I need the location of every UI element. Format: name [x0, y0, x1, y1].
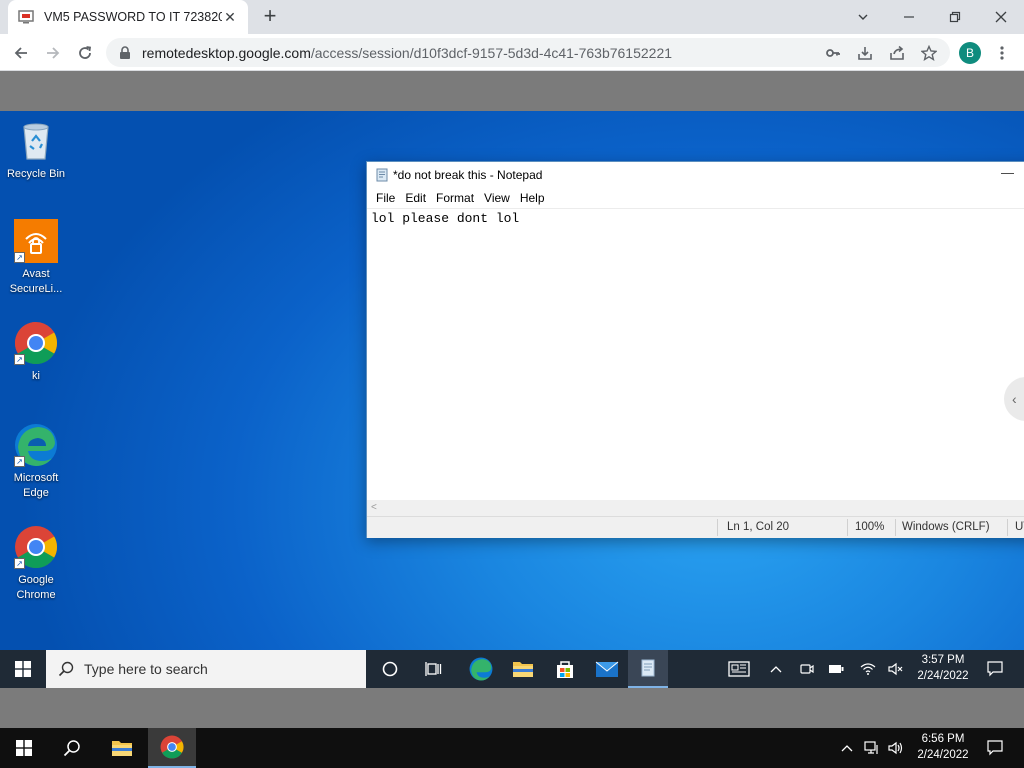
host-date: 2/24/2022	[917, 749, 969, 761]
cortana-circle-icon[interactable]	[370, 650, 410, 688]
shortcut-arrow-icon: ↗	[14, 558, 25, 569]
notepad-menu-bar: File Edit Format View Help	[367, 188, 1024, 208]
url-text[interactable]: remotedesktop.google.com/access/session/…	[142, 45, 672, 61]
remote-date: 2/24/2022	[917, 670, 969, 682]
forward-arrow-icon[interactable]	[40, 40, 66, 66]
host-file-explorer-icon[interactable]	[100, 728, 144, 768]
remote-taskbar: Type here to search 3:57 PM 2/24/2022	[0, 650, 1024, 688]
desktop-icon-label: Google Chrome	[16, 574, 56, 601]
menu-help[interactable]: Help	[515, 191, 550, 205]
menu-edit[interactable]: Edit	[400, 191, 431, 205]
taskbar-search-box[interactable]: Type here to search	[46, 650, 366, 688]
reload-icon[interactable]	[72, 40, 98, 66]
remote-session-bottom-padding	[0, 688, 1024, 728]
remote-desktop[interactable]: Recycle Bin ↗ Avast SecureLi... ↗ ki ↗ M…	[0, 111, 1024, 650]
host-notifications-icon[interactable]	[980, 728, 1010, 768]
desktop-icon-google-chrome[interactable]: ↗ Google Chrome	[1, 525, 71, 603]
notepad-icon	[376, 168, 388, 182]
search-placeholder: Type here to search	[84, 661, 208, 677]
battery-icon[interactable]	[824, 650, 848, 688]
menu-file[interactable]: File	[371, 191, 400, 205]
desktop-icon-label: Recycle Bin	[6, 168, 66, 180]
status-zoom: 100%	[855, 521, 885, 533]
meet-now-icon[interactable]	[796, 650, 818, 688]
menu-view[interactable]: View	[479, 191, 515, 205]
bookmark-star-icon[interactable]	[916, 40, 942, 66]
desktop-icon-avast[interactable]: ↗ Avast SecureLi...	[1, 219, 71, 297]
notifications-icon[interactable]	[980, 650, 1010, 688]
horizontal-scrollbar[interactable]: <	[367, 500, 1024, 516]
scroll-left-arrow-icon[interactable]: <	[371, 502, 377, 513]
notepad-title: *do not break this - Notepad	[393, 168, 543, 182]
close-window-button[interactable]	[978, 0, 1024, 34]
edge-taskbar-icon[interactable]	[460, 650, 502, 688]
menu-format[interactable]: Format	[431, 191, 479, 205]
search-icon	[58, 661, 74, 677]
news-widget-icon[interactable]	[724, 650, 754, 688]
tray-chevron-up-icon[interactable]	[764, 650, 788, 688]
notepad-minimize-button[interactable]: —	[1001, 165, 1014, 180]
task-view-icon[interactable]	[413, 650, 455, 688]
url-path: /access/session/d10f3dcf-9157-5d3d-4c41-…	[310, 44, 673, 61]
profile-avatar[interactable]: B	[959, 42, 981, 64]
minimize-window-button[interactable]	[886, 0, 932, 34]
browser-tab[interactable]: VM5 PASSWORD TO IT 72382006 ✕	[8, 0, 248, 34]
tab-search-chevron-down-icon[interactable]	[840, 0, 886, 34]
status-encoding: UT	[1015, 521, 1024, 533]
host-taskbar: 6:56 PM 2/24/2022	[0, 728, 1024, 768]
desktop-icon-ki[interactable]: ↗ ki	[1, 321, 71, 384]
notepad-window[interactable]: *do not break this - Notepad — File Edit…	[366, 161, 1024, 538]
notepad-status-bar: Ln 1, Col 20 100% Windows (CRLF) UT	[367, 516, 1024, 538]
url-host: remotedesktop.google.com	[142, 44, 311, 61]
new-tab-button[interactable]: +	[258, 5, 282, 29]
desktop-icon-label: Avast SecureLi...	[9, 268, 63, 295]
desktop-icon-label: Microsoft Edge	[13, 472, 59, 499]
remote-session-top-padding	[0, 71, 1024, 111]
host-search-icon[interactable]	[50, 728, 94, 768]
remote-time: 3:57 PM	[921, 654, 965, 666]
status-position: Ln 1, Col 20	[727, 521, 790, 533]
host-time: 6:56 PM	[921, 733, 965, 745]
file-explorer-icon[interactable]	[502, 650, 544, 688]
shortcut-arrow-icon: ↗	[14, 252, 25, 263]
recycle-bin-icon	[23, 123, 49, 160]
tab-close-icon[interactable]: ✕	[222, 9, 238, 26]
notepad-text-area[interactable]: lol please dont lol	[367, 208, 1024, 500]
microsoft-store-icon[interactable]	[544, 650, 586, 688]
status-line-endings: Windows (CRLF)	[902, 521, 990, 533]
remote-desktop-favicon-icon	[18, 10, 34, 24]
tab-title: VM5 PASSWORD TO IT 72382006	[44, 10, 222, 24]
back-arrow-icon[interactable]	[8, 40, 34, 66]
shortcut-arrow-icon: ↗	[14, 456, 25, 467]
notepad-title-bar[interactable]: *do not break this - Notepad	[367, 162, 1024, 188]
wifi-icon[interactable]	[856, 650, 880, 688]
desktop-icon-microsoft-edge[interactable]: ↗ Microsoft Edge	[1, 423, 71, 501]
notepad-taskbar-icon[interactable]	[628, 650, 668, 688]
windows-start-icon[interactable]	[0, 650, 46, 688]
key-icon[interactable]	[820, 40, 846, 66]
more-menu-icon[interactable]	[989, 40, 1015, 66]
volume-muted-icon[interactable]	[884, 650, 908, 688]
browser-toolbar: remotedesktop.google.com/access/session/…	[0, 34, 1024, 71]
browser-tab-strip: VM5 PASSWORD TO IT 72382006 ✕ +	[0, 0, 1024, 34]
host-clock[interactable]: 6:56 PM 2/24/2022	[912, 731, 974, 763]
restore-window-button[interactable]	[932, 0, 978, 34]
remote-clock[interactable]: 3:57 PM 2/24/2022	[912, 652, 974, 684]
share-icon[interactable]	[884, 40, 910, 66]
desktop-icon-recycle-bin[interactable]: Recycle Bin	[1, 119, 71, 182]
host-volume-icon[interactable]	[884, 728, 908, 768]
install-app-icon[interactable]	[852, 40, 878, 66]
host-tray-chevron-up-icon[interactable]	[836, 728, 858, 768]
host-windows-start-icon[interactable]	[0, 728, 48, 768]
host-network-icon[interactable]	[860, 728, 884, 768]
host-chrome-taskbar-icon[interactable]	[148, 728, 196, 768]
desktop-icon-label: ki	[32, 370, 40, 382]
shortcut-arrow-icon: ↗	[14, 354, 25, 365]
mail-icon[interactable]	[586, 650, 628, 688]
lock-icon[interactable]	[118, 45, 132, 60]
